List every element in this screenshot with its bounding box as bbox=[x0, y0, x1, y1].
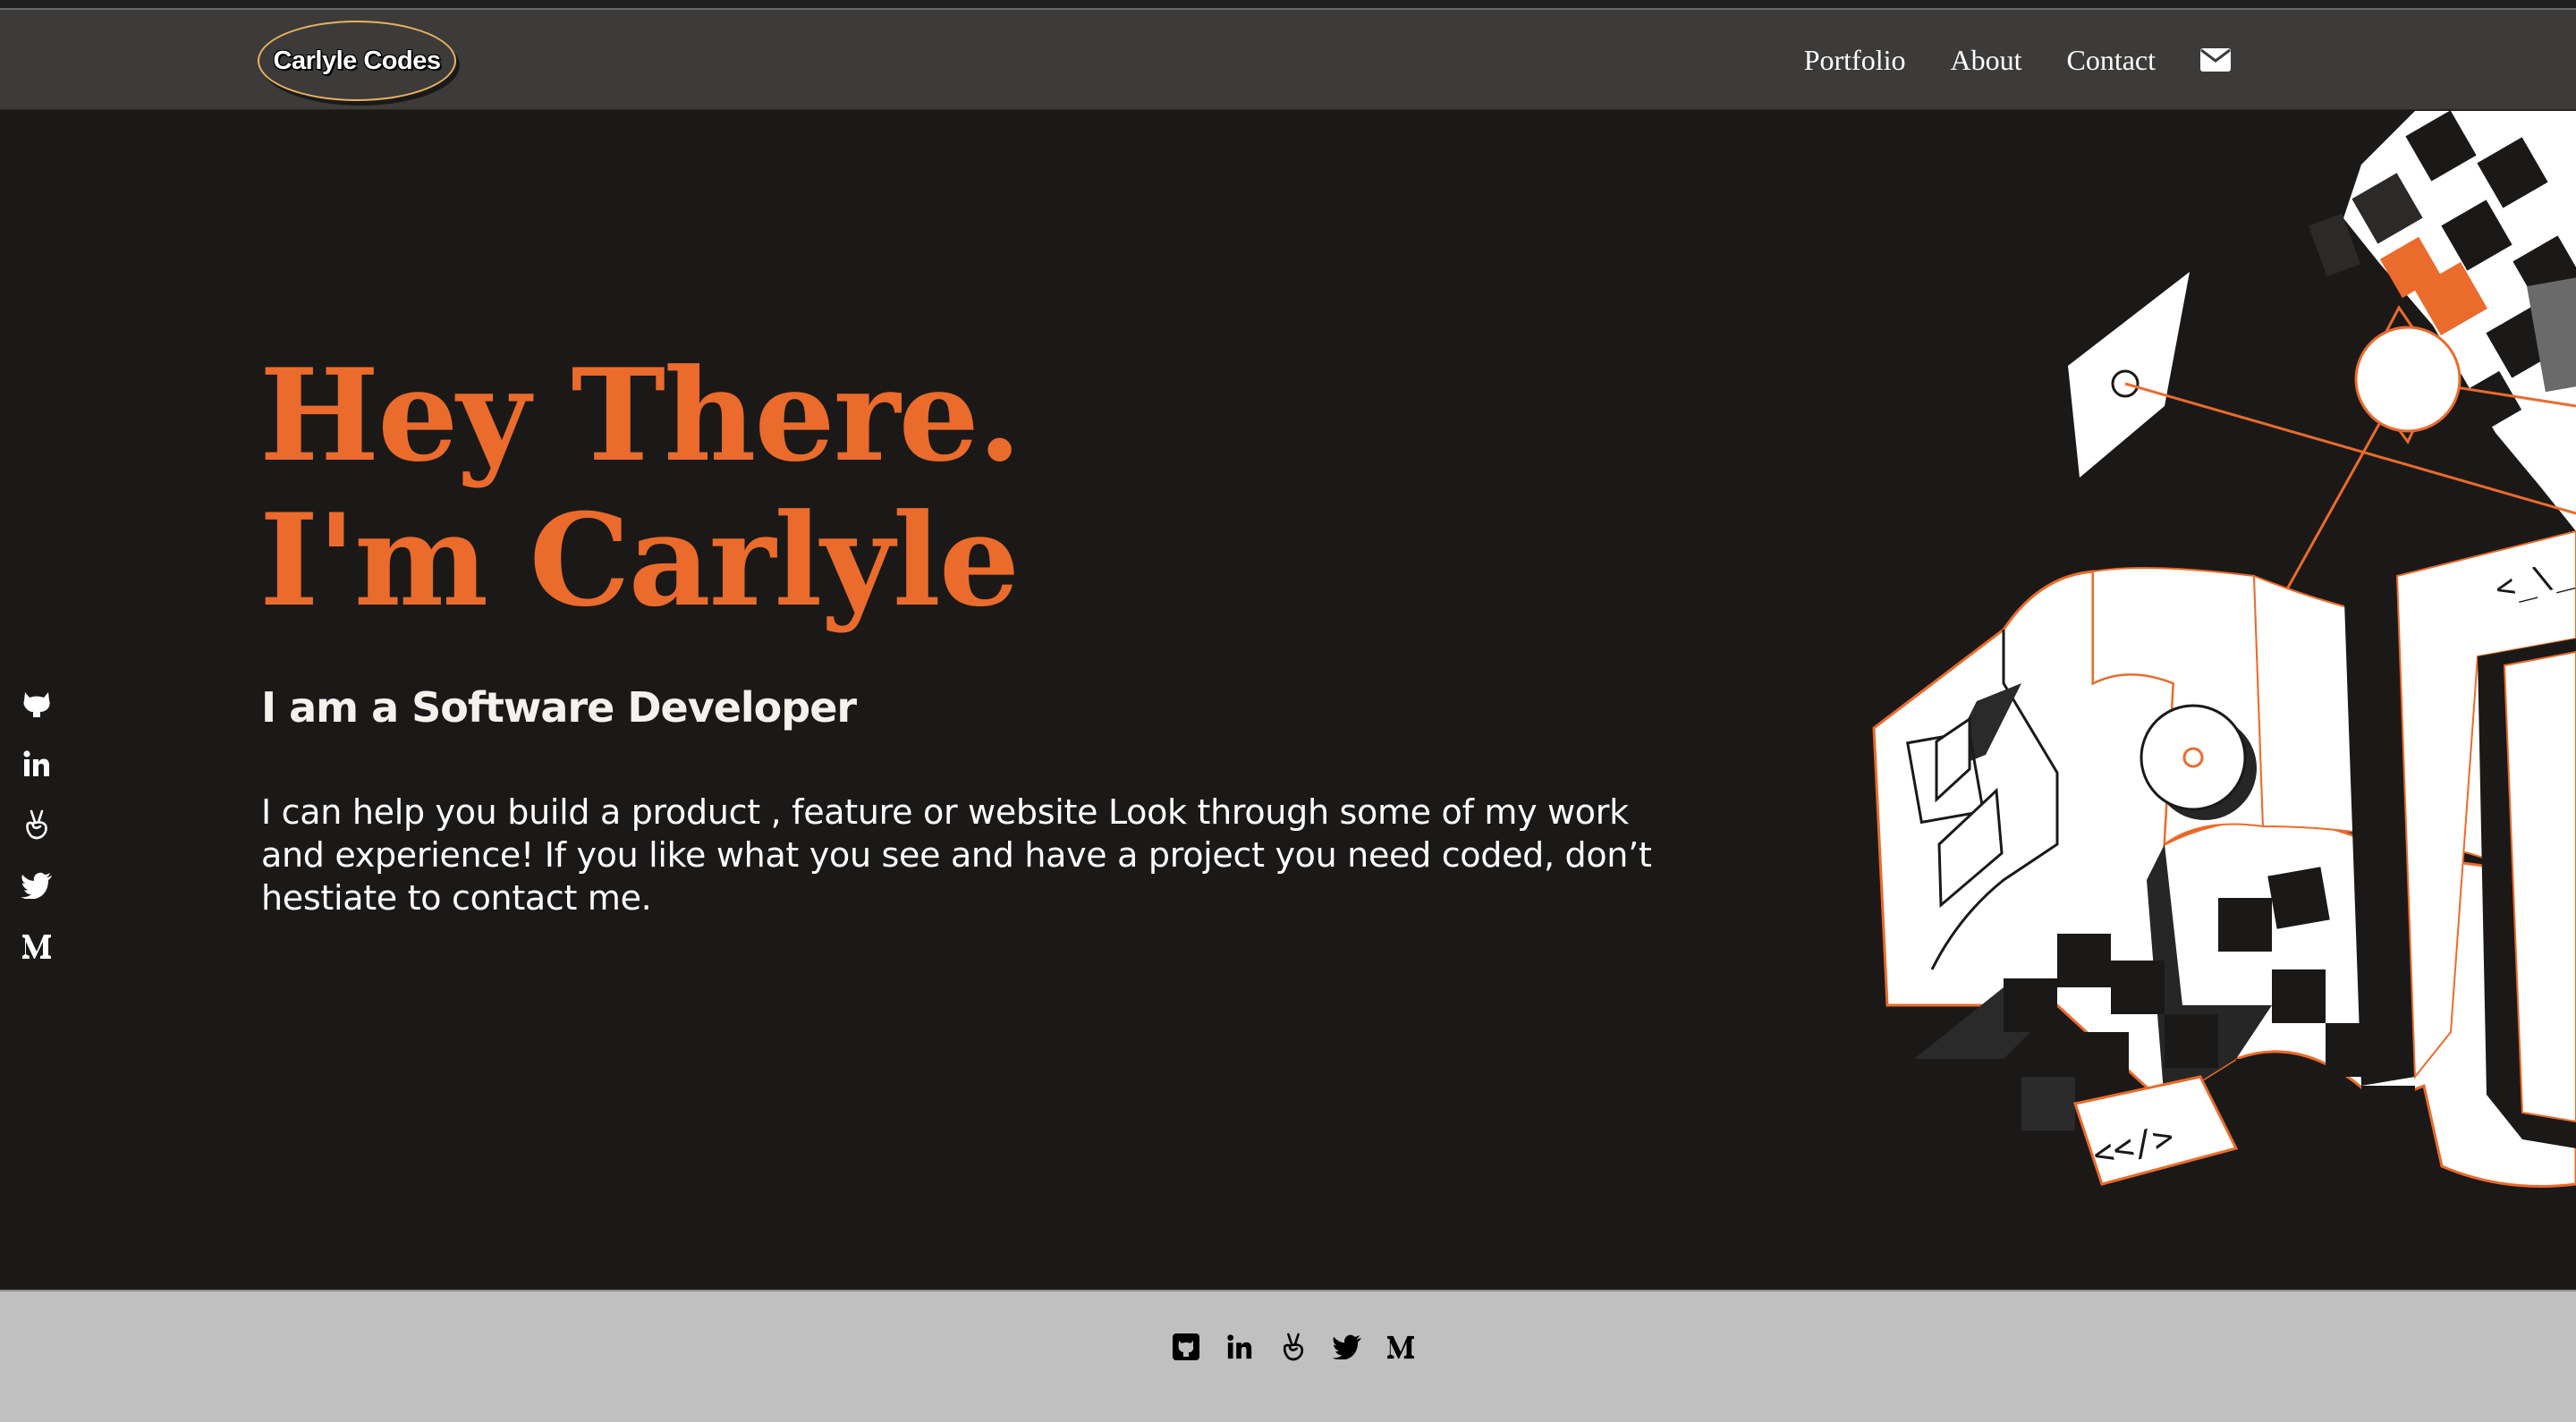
hero-description: I can help you build a product , feature… bbox=[261, 792, 1652, 918]
twitter-icon[interactable] bbox=[18, 855, 55, 916]
twitter-icon[interactable] bbox=[1320, 1327, 1374, 1367]
hero-title-line-2: I'm Carlyle bbox=[259, 487, 1020, 635]
logo-text: Carlyle Codes bbox=[273, 46, 441, 75]
linkedin-icon[interactable] bbox=[18, 733, 55, 794]
footer-social-icons bbox=[1159, 1327, 1428, 1367]
nav-link-portfolio[interactable]: Portfolio bbox=[1804, 44, 1906, 77]
hero-subtitle: I am a Software Developer bbox=[261, 683, 857, 732]
angellist-icon[interactable] bbox=[18, 794, 55, 855]
envelope-icon[interactable] bbox=[2200, 47, 2231, 72]
navbar: Carlyle Codes Portfolio About Contact bbox=[0, 10, 2576, 110]
side-social-bar bbox=[18, 673, 55, 977]
hero-section: Hey There. I'm Carlyle I am a Software D… bbox=[0, 111, 2576, 1290]
nav-links: Portfolio About Contact bbox=[1759, 10, 2231, 110]
footer bbox=[0, 1290, 2576, 1422]
checker-pattern-top bbox=[2308, 111, 2576, 531]
nav-link-about[interactable]: About bbox=[1950, 44, 2021, 77]
medium-icon[interactable] bbox=[18, 916, 55, 977]
angellist-icon[interactable] bbox=[1267, 1327, 1320, 1367]
linkedin-icon[interactable] bbox=[1213, 1327, 1267, 1367]
hero-title: Hey There. I'm Carlyle bbox=[259, 342, 1021, 635]
window-top-border bbox=[0, 0, 2576, 10]
nav-link-contact[interactable]: Contact bbox=[2066, 44, 2156, 77]
github-icon[interactable] bbox=[18, 673, 55, 733]
medium-icon[interactable] bbox=[1374, 1327, 1428, 1367]
github-square-icon[interactable] bbox=[1159, 1327, 1213, 1367]
logo[interactable]: Carlyle Codes bbox=[258, 21, 456, 101]
floating-card bbox=[2068, 272, 2190, 478]
hero-title-line-1: Hey There. bbox=[259, 342, 1021, 490]
hero-illustration: <</> <_\_ bbox=[1872, 111, 2576, 1188]
